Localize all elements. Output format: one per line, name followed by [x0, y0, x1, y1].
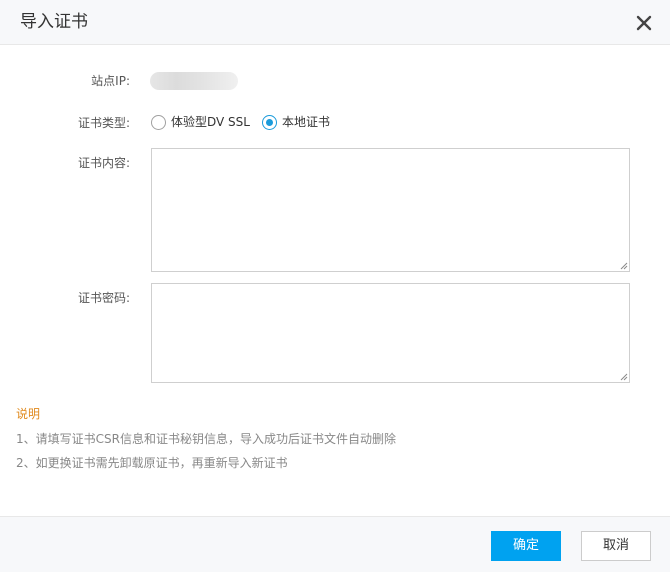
site-ip-label: 站点IP:	[91, 74, 130, 88]
radio-option-dv-ssl[interactable]: 体验型DV SSL	[151, 114, 250, 130]
cert-key-textarea[interactable]	[151, 283, 630, 383]
cert-content-label: 证书内容:	[77, 156, 130, 170]
radio-local-cert-label: 本地证书	[282, 115, 331, 129]
note-line-2: 2、如更换证书需先卸载原证书，再重新导入新证书	[16, 456, 288, 470]
resize-grip-icon[interactable]	[620, 373, 628, 381]
cancel-button[interactable]: 取消	[581, 531, 651, 561]
close-icon[interactable]	[633, 12, 655, 34]
dialog-title: 导入证书	[20, 12, 88, 32]
site-ip-value-masked	[150, 72, 238, 90]
dialog-footer: 确定 取消	[0, 516, 670, 572]
radio-option-local-cert[interactable]: 本地证书	[262, 114, 330, 130]
cert-key-label: 证书密码:	[77, 291, 130, 305]
confirm-button[interactable]: 确定	[491, 531, 561, 561]
dialog-header: 导入证书	[0, 0, 670, 45]
radio-dv-ssl-label: 体验型DV SSL	[171, 115, 250, 129]
note-line-1: 1、请填写证书CSR信息和证书秘钥信息，导入成功后证书文件自动删除	[16, 432, 396, 446]
radio-local-cert[interactable]	[262, 114, 277, 130]
resize-grip-icon[interactable]	[620, 262, 628, 270]
import-certificate-dialog: 导入证书 站点IP: 证书类型: 体验型DV SSL 本地证书 证书内容: 证书…	[0, 0, 670, 572]
radio-dv-ssl[interactable]	[151, 114, 166, 130]
cert-content-textarea[interactable]	[151, 148, 630, 272]
notes-title: 说明	[16, 407, 41, 421]
cert-type-label: 证书类型:	[77, 116, 130, 130]
